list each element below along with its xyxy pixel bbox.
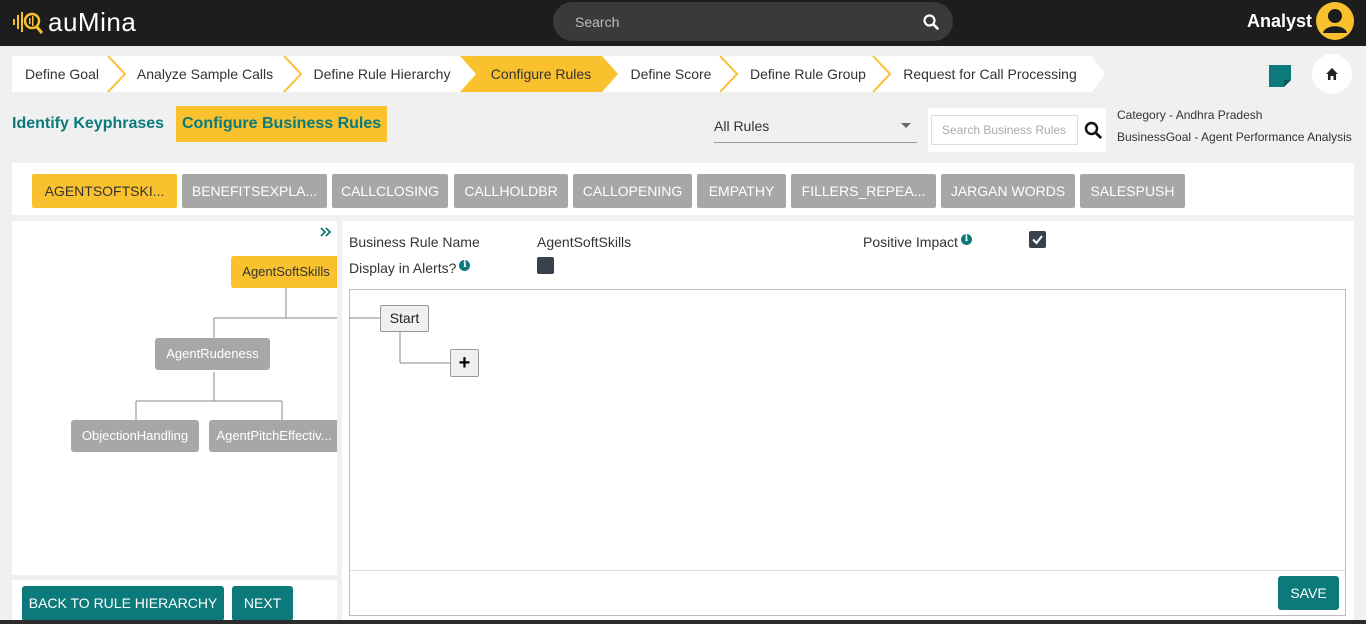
logo[interactable]: auMina <box>12 6 136 38</box>
logo-text: auMina <box>48 6 137 37</box>
tree-node-agentpitcheffectiveness[interactable]: AgentPitchEffectiv... <box>209 420 337 452</box>
add-condition-button[interactable]: + <box>450 349 479 377</box>
business-rule-tabs: AGENTSOFTSKI... BENEFITSEXPLA... CALLCLO… <box>12 163 1354 215</box>
rule-tab-fillers-repeat[interactable]: FILLERS_REPEA... <box>791 174 936 208</box>
home-icon <box>1326 68 1338 80</box>
step-analyze-sample-calls[interactable]: Analyze Sample Calls <box>130 56 280 92</box>
positive-impact-label: Positive Impact <box>863 234 958 250</box>
display-in-alerts-checkbox[interactable] <box>537 257 554 274</box>
search-business-rules <box>928 108 1106 152</box>
rule-tab-callopening[interactable]: CALLOPENING <box>573 174 692 208</box>
rule-tab-callclosing[interactable]: CALLCLOSING <box>332 174 448 208</box>
caret-down-icon <box>901 123 911 128</box>
rules-filter-value: All Rules <box>714 118 770 134</box>
step-configure-rules[interactable]: Configure Rules <box>474 56 608 92</box>
search-icon[interactable] <box>923 14 939 30</box>
rule-tab-agentsoftskills[interactable]: AGENTSOFTSKI... <box>32 174 177 208</box>
next-button[interactable]: NEXT <box>232 586 293 621</box>
rule-tab-callholdbr[interactable]: CALLHOLDBR <box>454 174 568 208</box>
step-define-rule-group[interactable]: Define Rule Group <box>740 56 876 92</box>
global-search <box>553 2 953 41</box>
tree-node-agentrudeness[interactable]: AgentRudeness <box>155 338 270 370</box>
user-icon <box>1323 9 1347 33</box>
positive-impact-checkbox[interactable] <box>1029 231 1046 248</box>
step-define-score[interactable]: Define Score <box>618 56 724 92</box>
business-rule-name-label: Business Rule Name <box>349 234 480 250</box>
tab-identify-keyphrases[interactable]: Identify Keyphrases <box>12 106 164 142</box>
category-text: Category - Andhra Pradesh <box>1117 108 1263 122</box>
top-bar: auMina Analyst <box>0 0 1366 46</box>
step-define-goal[interactable]: Define Goal <box>12 56 112 92</box>
global-search-input[interactable] <box>553 2 913 41</box>
display-in-alerts-field: Display in Alerts? i <box>349 260 471 276</box>
user-role[interactable]: Analyst <box>1247 11 1312 32</box>
business-rule-name-value: AgentSoftSkills <box>537 234 632 250</box>
workflow-stepper: Define Goal Analyze Sample Calls Define … <box>12 56 1105 92</box>
rule-tab-benefitsexplanation[interactable]: BENEFITSEXPLA... <box>182 174 327 208</box>
info-icon[interactable]: i <box>459 260 471 271</box>
rule-tab-jargan-words[interactable]: JARGAN WORDS <box>941 174 1075 208</box>
tab-configure-business-rules[interactable]: Configure Business Rules <box>176 106 388 142</box>
rules-filter-select[interactable]: All Rules <box>714 110 917 143</box>
rule-flow-canvas[interactable] <box>349 289 1346 616</box>
user-avatar[interactable] <box>1316 2 1354 40</box>
back-to-rule-hierarchy-button[interactable]: BACK TO RULE HIERARCHY <box>22 586 224 621</box>
display-in-alerts-label: Display in Alerts? <box>349 260 457 276</box>
step-define-rule-hierarchy[interactable]: Define Rule Hierarchy <box>306 56 458 92</box>
flow-start-node[interactable]: Start <box>380 305 429 332</box>
tree-node-agentsoftskills[interactable]: AgentSoftSkills <box>231 256 337 288</box>
positive-impact-field: Positive Impact i <box>863 234 972 250</box>
step-request-call-processing[interactable]: Request for Call Processing <box>892 56 1088 92</box>
sticky-note-icon[interactable] <box>1268 64 1292 88</box>
rule-tab-salespush[interactable]: SALESPUSH <box>1080 174 1185 208</box>
save-button[interactable]: SAVE <box>1278 576 1339 610</box>
logo-icon <box>13 12 44 34</box>
bottom-strip <box>0 620 1366 624</box>
rule-tab-empathy[interactable]: EMPATHY <box>697 174 786 208</box>
home-button[interactable] <box>1312 54 1352 94</box>
business-goal-text: BusinessGoal - Agent Performance Analysi… <box>1117 130 1352 144</box>
checkmark-icon <box>1032 235 1043 245</box>
info-icon[interactable]: i <box>960 234 972 245</box>
rule-hierarchy-tree: AgentSoftSkills AgentRudeness ObjectionH… <box>12 221 337 575</box>
search-business-rules-input[interactable] <box>931 115 1078 145</box>
tree-node-objectionhandling[interactable]: ObjectionHandling <box>71 420 199 452</box>
search-icon[interactable] <box>1084 121 1102 139</box>
canvas-divider <box>350 570 1345 571</box>
